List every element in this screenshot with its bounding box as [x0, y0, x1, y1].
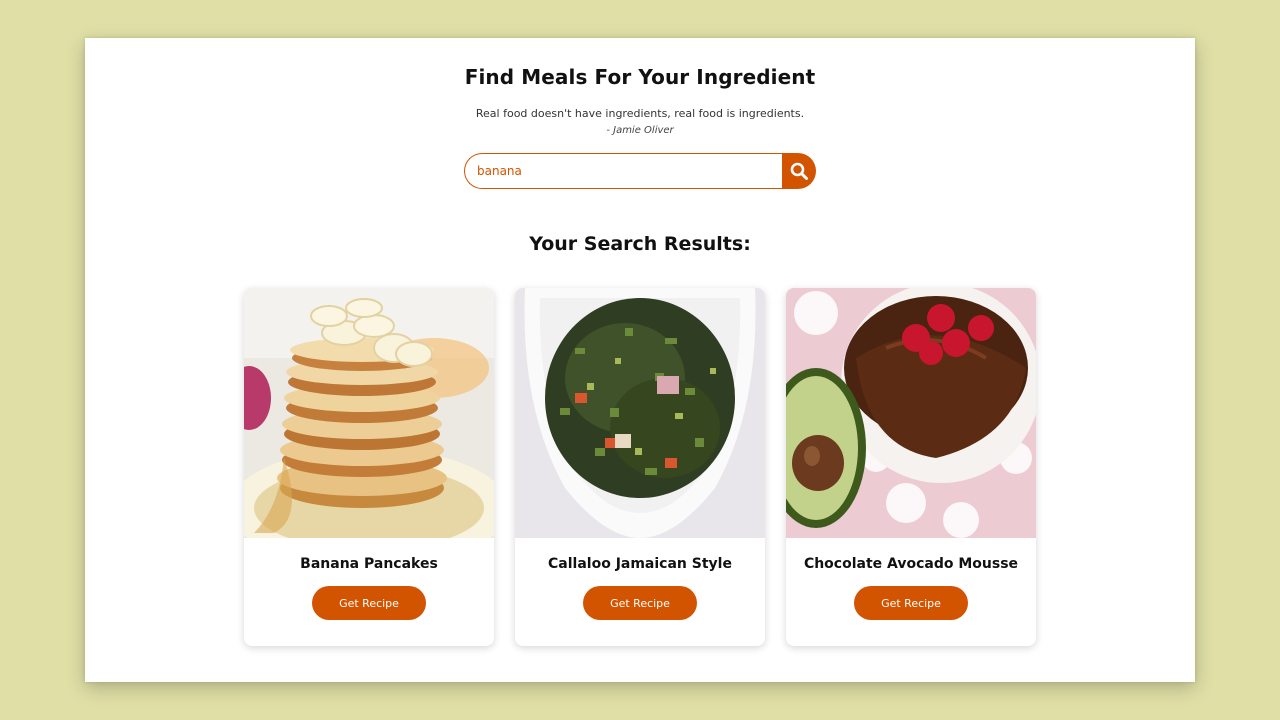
meal-name: Banana Pancakes [300, 556, 438, 572]
banana-pancakes-image [244, 288, 494, 538]
get-recipe-button[interactable]: Get Recipe [854, 586, 968, 620]
get-recipe-button[interactable]: Get Recipe [312, 586, 426, 620]
meal-card: Banana Pancakes Get Recipe [244, 288, 494, 646]
search-bar [464, 153, 816, 189]
meal-card: Chocolate Avocado Mousse Get Recipe [786, 288, 1036, 646]
callaloo-image [515, 288, 765, 538]
results-title: Your Search Results: [529, 233, 751, 255]
search-input[interactable] [464, 153, 786, 189]
quote-text: Real food doesn't have ingredients, real… [475, 107, 805, 120]
search-button[interactable] [782, 153, 816, 189]
meal-name: Chocolate Avocado Mousse [803, 556, 1019, 572]
main-panel: Find Meals For Your Ingredient Real food… [85, 38, 1195, 682]
page-title: Find Meals For Your Ingredient [464, 65, 816, 89]
search-icon [790, 162, 808, 180]
get-recipe-button[interactable]: Get Recipe [583, 586, 697, 620]
chocolate-avocado-mousse-image [786, 288, 1036, 538]
meal-name: Callaloo Jamaican Style [548, 556, 732, 572]
meal-card: Callaloo Jamaican Style Get Recipe [515, 288, 765, 646]
quote-author: - Jamie Oliver [606, 125, 674, 136]
